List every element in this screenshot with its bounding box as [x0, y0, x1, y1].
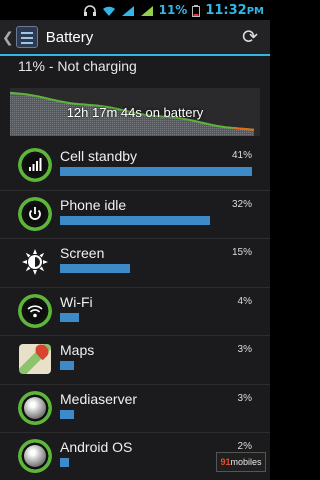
- page-title: Battery: [45, 28, 94, 46]
- power-icon: [18, 196, 52, 231]
- mediaserver-icon: [18, 390, 52, 425]
- signal-icon-2: [140, 4, 154, 16]
- usage-percent: 3%: [237, 344, 252, 355]
- battery-screen: 11% 11:32PM ❮ Battery ⟳ 11% - Not chargi…: [0, 0, 270, 480]
- maps-icon: [18, 341, 52, 376]
- usage-bar: [60, 167, 252, 176]
- usage-bar-fill: [60, 215, 210, 225]
- usage-percent: 41%: [231, 150, 252, 161]
- usage-bar-fill: [60, 264, 131, 273]
- settings-app-icon: [15, 26, 38, 48]
- battery-history-graph[interactable]: 12h 17m 44s on battery: [10, 88, 260, 136]
- usage-row-screen[interactable]: Screen 15%: [0, 239, 270, 288]
- usage-list: Cell standby 41% Phone idle 32% Screen 1…: [0, 142, 270, 480]
- signal-icon: [121, 4, 135, 16]
- usage-row-phone-idle[interactable]: Phone idle 32%: [0, 191, 270, 239]
- wifi-icon: [102, 4, 116, 16]
- refresh-icon[interactable]: ⟳: [240, 28, 260, 48]
- up-navigation[interactable]: ❮: [0, 20, 38, 54]
- usage-name: Cell standby: [60, 148, 138, 164]
- android-os-icon: [18, 439, 52, 473]
- graph-duration-label: 12h 17m 44s on battery: [66, 105, 204, 120]
- wifi-icon: [18, 293, 52, 328]
- headset-icon: [83, 4, 97, 16]
- usage-row-wifi[interactable]: Wi-Fi 4%: [0, 288, 270, 336]
- cell-standby-icon: [18, 148, 52, 182]
- action-bar: ❮ Battery ⟳: [0, 20, 270, 56]
- usage-bar-fill: [60, 458, 70, 467]
- usage-name: Mediaserver: [60, 390, 138, 407]
- usage-percent: 4%: [237, 295, 252, 307]
- usage-percent: 32%: [231, 198, 252, 210]
- usage-bar-fill: [60, 167, 252, 176]
- status-bar: 11% 11:32PM: [0, 0, 270, 20]
- watermark-logo: 91mobiles: [216, 452, 266, 472]
- usage-bar: [60, 361, 252, 370]
- usage-bar: [60, 409, 252, 419]
- usage-bar-fill: [60, 312, 79, 322]
- usage-bar-fill: [60, 409, 75, 419]
- usage-name: Screen: [60, 245, 105, 261]
- usage-name: Wi-Fi: [60, 293, 93, 310]
- usage-row-cell-standby[interactable]: Cell standby 41%: [0, 142, 270, 191]
- battery-icon: [192, 4, 201, 17]
- usage-bar: [60, 215, 252, 225]
- usage-percent: 2%: [237, 441, 252, 452]
- usage-bar: [60, 264, 252, 273]
- usage-bar-fill: [60, 361, 75, 370]
- usage-row-mediaserver[interactable]: Mediaserver 3%: [0, 385, 270, 433]
- usage-name: Android OS: [60, 439, 133, 455]
- usage-percent: 3%: [237, 392, 252, 404]
- usage-name: Maps: [60, 342, 95, 358]
- usage-row-maps[interactable]: Maps 3%: [0, 336, 270, 385]
- status-time: 11:32PM: [205, 2, 264, 18]
- brightness-icon: [18, 245, 52, 279]
- battery-summary: 11% - Not charging: [18, 58, 137, 74]
- chevron-left-icon: ❮: [2, 28, 14, 45]
- battery-percent: 11%: [158, 3, 188, 17]
- usage-name: Phone idle: [60, 196, 127, 213]
- usage-percent: 15%: [231, 247, 252, 258]
- usage-bar: [60, 312, 252, 322]
